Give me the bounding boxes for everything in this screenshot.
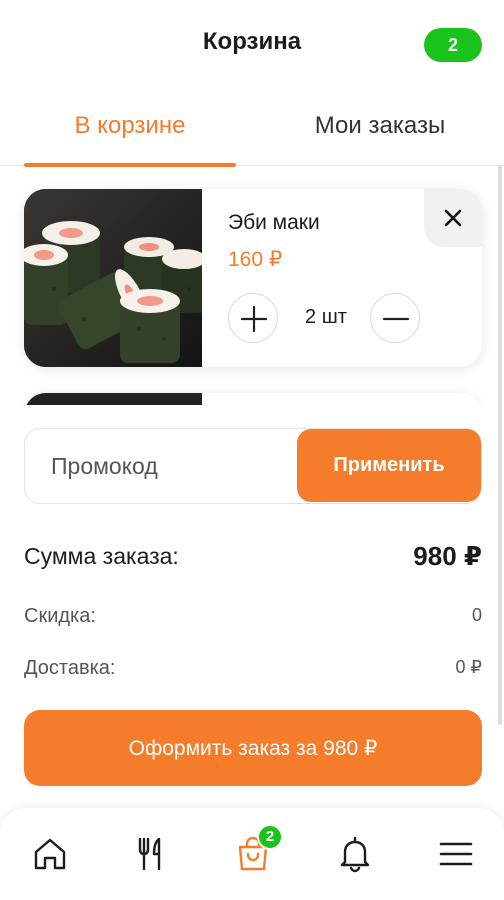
discount-value: 0: [471, 605, 482, 625]
delivery-value: 0 ₽: [455, 657, 482, 677]
promo-code-box: Применить: [24, 428, 482, 504]
nav-menu[interactable]: [127, 830, 175, 878]
cart-item: [24, 393, 482, 405]
order-total-label: Сумма заказа:: [24, 543, 179, 569]
nav-more[interactable]: [432, 830, 480, 878]
decrease-quantity-button[interactable]: [370, 293, 420, 343]
item-price: 160 ₽: [228, 248, 283, 271]
tab-my-orders[interactable]: Мои заказы: [290, 112, 470, 162]
cutlery-icon: [138, 837, 161, 871]
cart-count-badge[interactable]: 2: [424, 28, 482, 62]
cart-badge: 2: [257, 824, 283, 850]
tab-bar: В корзине Мои заказы: [0, 104, 504, 167]
minus-icon: [382, 317, 410, 321]
item-image: [24, 393, 202, 405]
close-icon: [444, 209, 462, 227]
checkout-button[interactable]: Оформить заказ за 980 ₽: [24, 710, 482, 786]
nav-home[interactable]: [26, 830, 74, 878]
nav-notifications[interactable]: [331, 830, 379, 878]
home-icon: [34, 838, 66, 870]
hamburger-menu-icon: [439, 842, 473, 866]
cart-list: Эби маки 160 ₽ 2 шт: [0, 165, 504, 405]
remove-item-button[interactable]: [424, 189, 482, 247]
discount-label: Скидка:: [24, 605, 96, 627]
plus-icon: [240, 305, 268, 333]
apply-promo-button[interactable]: Применить: [297, 429, 481, 502]
cart-item: Эби маки 160 ₽ 2 шт: [24, 189, 482, 367]
bell-icon: [340, 836, 370, 873]
promo-code-input[interactable]: [27, 431, 295, 501]
increase-quantity-button[interactable]: [228, 293, 278, 343]
item-quantity: 2 шт: [305, 306, 347, 328]
order-total-value: 980 ₽: [413, 541, 482, 571]
header: Корзина 2: [0, 0, 504, 88]
delivery-label: Доставка:: [24, 657, 116, 679]
bottom-nav: 2: [0, 808, 504, 900]
item-name: Эби маки: [228, 211, 320, 234]
sushi-roll-image: [24, 189, 202, 367]
tab-in-cart[interactable]: В корзине: [24, 112, 236, 162]
nav-cart[interactable]: 2: [229, 824, 283, 878]
